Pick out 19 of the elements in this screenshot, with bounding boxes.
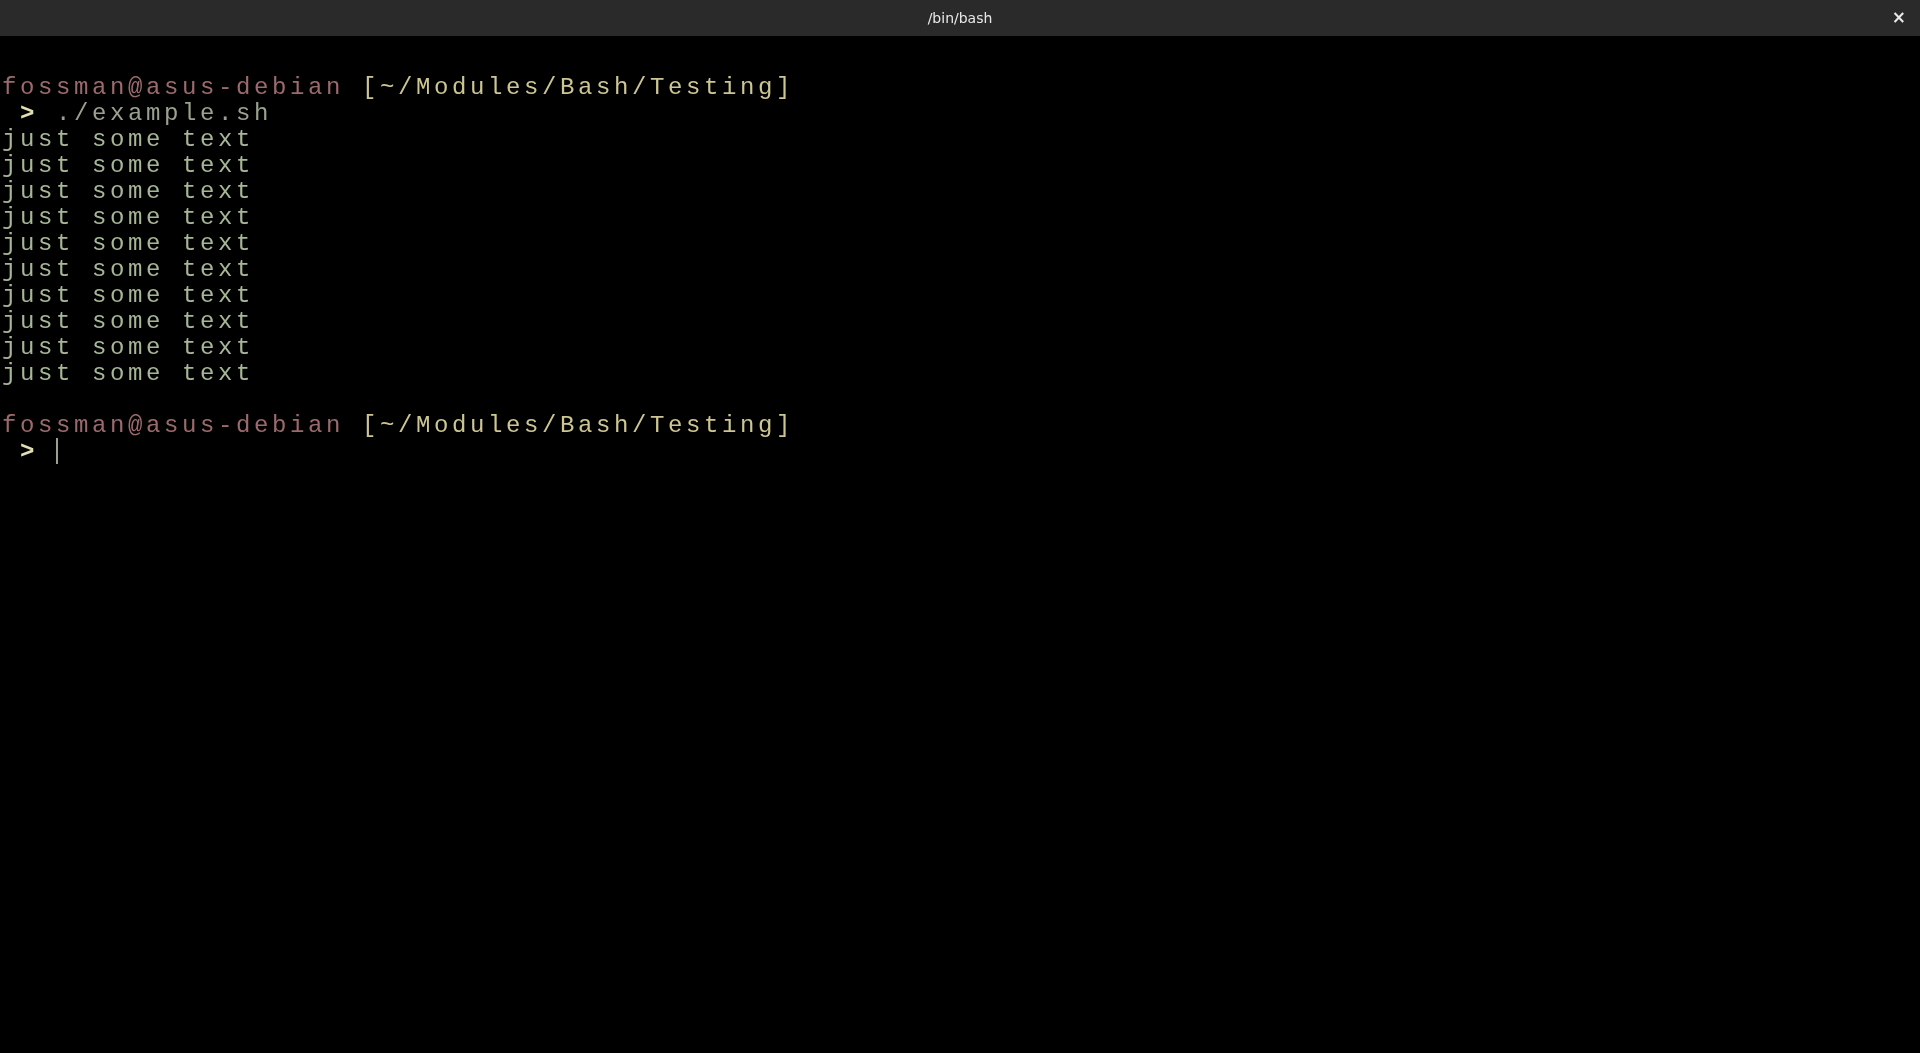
output-text: just some text — [2, 178, 255, 205]
output-text: just some text — [2, 256, 255, 283]
output-text: just some text — [2, 230, 255, 257]
output-text: just some text — [2, 334, 255, 361]
output-text: just some text — [2, 308, 255, 335]
output-text: just some text — [2, 282, 255, 309]
output-text: just some text — [2, 204, 255, 231]
output-text: just some text — [2, 126, 255, 153]
output-text: just some text — [2, 360, 255, 387]
output-text: just some text — [2, 152, 255, 179]
working-directory: [~/Modules/Bash/Testing] — [362, 412, 795, 439]
working-directory: [~/Modules/Bash/Testing] — [362, 74, 795, 101]
command-text: ./example.sh — [56, 100, 273, 127]
window-title: /bin/bash — [927, 10, 993, 26]
prompt-symbol: > — [20, 100, 39, 127]
user-host: fossman@asus-debian — [2, 74, 345, 101]
close-button[interactable]: × — [1889, 7, 1908, 27]
user-host: fossman@asus-debian — [2, 412, 345, 439]
prompt-symbol: > — [20, 438, 39, 465]
